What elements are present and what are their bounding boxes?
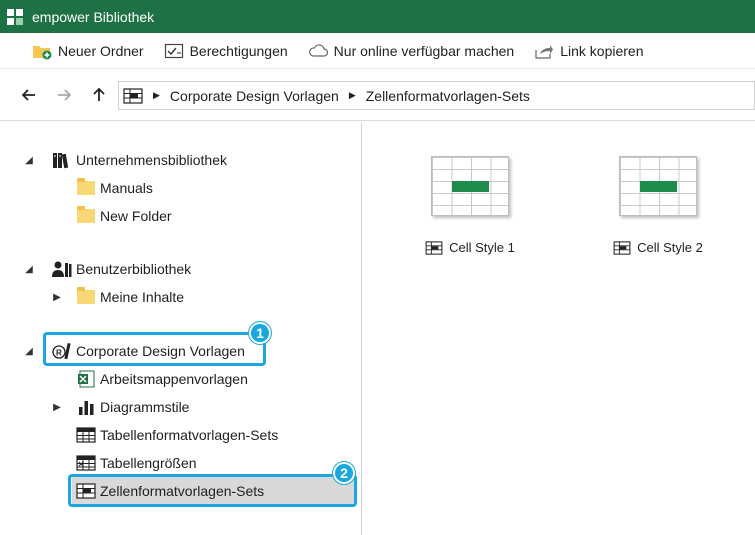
collapse-arrow-icon[interactable]: ◢ xyxy=(24,155,34,166)
breadcrumb-corporate-design[interactable]: Corporate Design Vorlagen xyxy=(170,88,339,104)
users-icon xyxy=(52,260,72,278)
breadcrumb-separator-icon: ▶ xyxy=(153,90,160,100)
item-caption: Cell Style 2 xyxy=(582,240,734,255)
tree-item-company-library[interactable]: Unternehmensbibliothek xyxy=(52,148,227,172)
copy-link-label: Link kopieren xyxy=(560,42,644,59)
permissions-button[interactable]: Berechtigungen xyxy=(164,42,288,60)
breadcrumb-cell-format-sets[interactable]: Zellenformatvorlagen-Sets xyxy=(366,88,530,104)
tree-label: Zellenformatvorlagen-Sets xyxy=(100,483,265,499)
registered-library-icon: R xyxy=(52,342,72,360)
library-books-icon xyxy=(52,151,72,169)
new-folder-button[interactable]: Neuer Ordner xyxy=(32,42,144,60)
cell-style-thumbnail xyxy=(619,156,697,216)
tree-item-workbook-templates[interactable]: Arbeitsmappenvorlagen xyxy=(76,367,248,391)
breadcrumb-separator-icon: ▶ xyxy=(348,90,356,100)
window-title: empower Bibliothek xyxy=(32,8,155,25)
folder-icon xyxy=(76,287,96,306)
library-tree: ◢ Unternehmensbibliothek Manuals New Fol… xyxy=(0,122,362,535)
item-tile[interactable]: Cell Style 1 xyxy=(394,156,524,276)
expand-arrow-icon[interactable]: ▶ xyxy=(52,402,62,413)
tree-item-table-sizes[interactable]: Tabellengrößen xyxy=(76,451,197,475)
expand-arrow-icon[interactable]: ▶ xyxy=(52,292,62,303)
excel-icon xyxy=(76,370,96,388)
cell-style-icon xyxy=(613,240,631,255)
tree-label: Benutzerbibliothek xyxy=(76,261,192,277)
item-name: Cell Style 1 xyxy=(449,240,515,255)
collapse-arrow-icon[interactable]: ◢ xyxy=(24,264,34,275)
copy-link-button[interactable]: Link kopieren xyxy=(534,42,644,60)
cell-style-icon xyxy=(76,482,96,500)
bar-chart-icon xyxy=(76,398,96,416)
permissions-label: Berechtigungen xyxy=(189,42,288,59)
cloud-icon xyxy=(308,42,328,60)
tree-item-new-folder[interactable]: New Folder xyxy=(76,204,172,228)
tree-label: Meine Inhalte xyxy=(100,289,185,305)
item-name: Cell Style 2 xyxy=(637,240,703,255)
permissions-icon xyxy=(164,42,184,60)
tree-label: Manuals xyxy=(100,180,153,196)
item-caption: Cell Style 1 xyxy=(394,240,546,255)
tree-label: Arbeitsmappenvorlagen xyxy=(100,371,248,387)
svg-text:R: R xyxy=(56,349,62,358)
title-bar: empower Bibliothek xyxy=(0,0,755,33)
folder-icon xyxy=(76,206,96,225)
tree-item-manuals[interactable]: Manuals xyxy=(76,176,153,200)
online-only-label: Nur online verfügbar machen xyxy=(333,42,515,59)
tree-item-my-content[interactable]: Meine Inhalte xyxy=(76,285,184,309)
back-arrow-icon[interactable] xyxy=(18,84,40,106)
toolbar: Neuer Ordner Berechtigungen Nur online v… xyxy=(0,33,755,69)
tree-label: Tabellenformatvorlagen-Sets xyxy=(100,427,279,443)
content-pane: Cell Style 1 Cell Style 2 xyxy=(362,122,755,535)
new-folder-icon xyxy=(32,42,52,60)
navigation-bar: ▶ Corporate Design Vorlagen ▶ Zellenform… xyxy=(0,69,755,121)
callout-badge-2: 2 xyxy=(333,462,355,484)
forward-arrow-icon[interactable] xyxy=(53,84,75,106)
callout-badge-1: 1 xyxy=(249,322,271,344)
tree-item-cell-format-sets[interactable]: Zellenformatvorlagen-Sets xyxy=(76,479,264,503)
address-bar[interactable]: ▶ Corporate Design Vorlagen ▶ Zellenform… xyxy=(118,81,755,110)
tree-item-table-format-sets[interactable]: Tabellenformatvorlagen-Sets xyxy=(76,423,278,447)
tree-item-chart-styles[interactable]: Diagrammstile xyxy=(76,395,189,419)
cell-style-icon xyxy=(425,240,443,255)
up-arrow-icon[interactable] xyxy=(88,84,110,106)
item-tile[interactable]: Cell Style 2 xyxy=(582,156,712,276)
share-icon xyxy=(534,42,554,60)
app-logo-icon xyxy=(6,8,24,26)
tree-label: New Folder xyxy=(100,208,172,224)
cell-style-thumbnail xyxy=(431,156,509,216)
tree-label: Unternehmensbibliothek xyxy=(76,152,227,168)
tree-item-user-library[interactable]: Benutzerbibliothek xyxy=(52,257,191,281)
table-icon xyxy=(76,426,96,444)
new-folder-label: Neuer Ordner xyxy=(58,42,144,59)
tree-label: Diagrammstile xyxy=(100,399,190,415)
folder-icon xyxy=(76,178,96,197)
table-size-icon xyxy=(76,454,96,472)
tree-item-corporate-design[interactable]: R Corporate Design Vorlagen xyxy=(52,339,245,363)
library-root-icon[interactable] xyxy=(123,87,143,104)
collapse-arrow-icon[interactable]: ◢ xyxy=(24,346,34,357)
tree-label: Corporate Design Vorlagen xyxy=(76,343,245,359)
online-only-button[interactable]: Nur online verfügbar machen xyxy=(308,42,515,60)
tree-label: Tabellengrößen xyxy=(100,455,197,471)
